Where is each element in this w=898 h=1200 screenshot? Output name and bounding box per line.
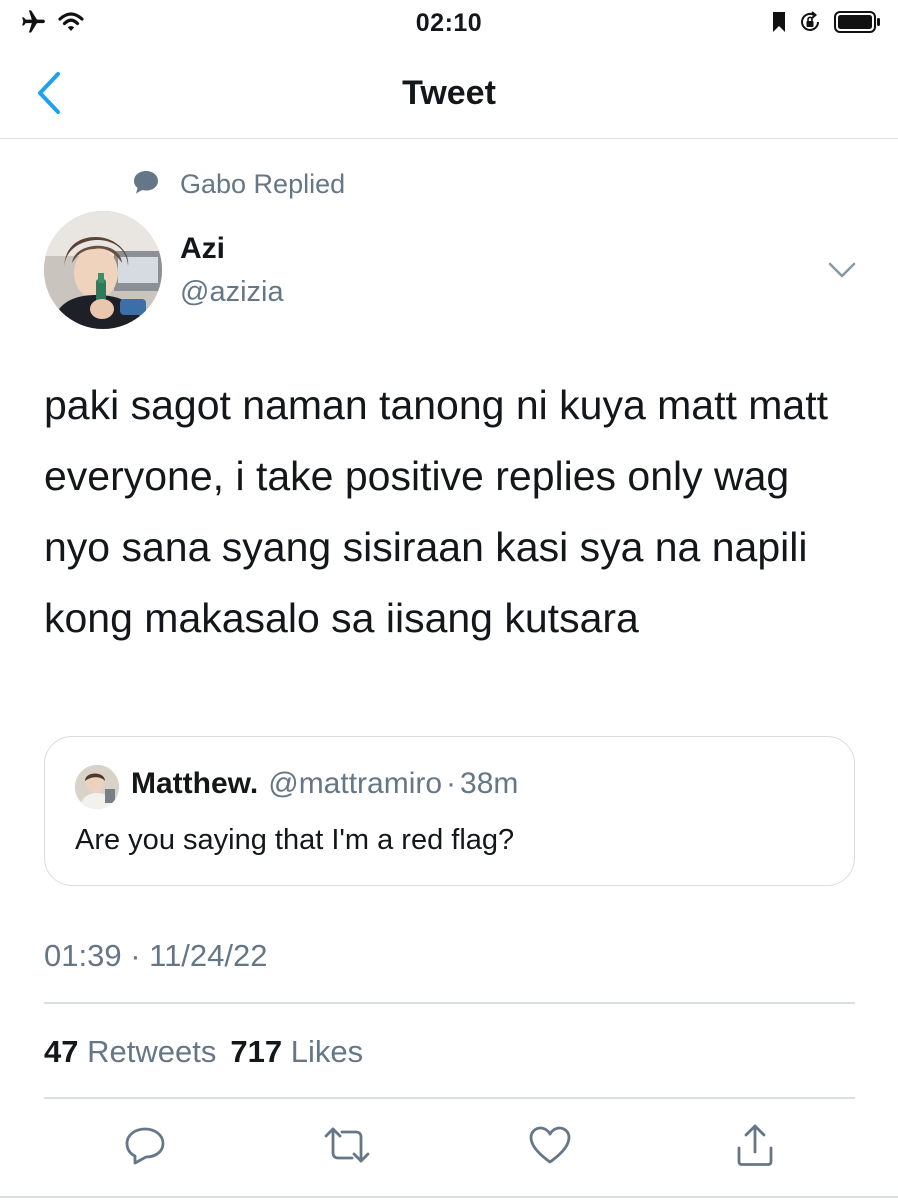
like-icon <box>528 1123 572 1172</box>
retweet-icon <box>322 1123 372 1172</box>
engagement-stats: 47 Retweets 717 Likes <box>44 1034 377 1070</box>
quoted-author-avatar <box>75 765 119 809</box>
status-time: 02:10 <box>415 9 483 37</box>
bookmark-status-icon <box>772 11 786 38</box>
quoted-header: Matthew. @mattramiro · 38m <box>131 767 518 801</box>
status-bar: 02:10 <box>0 0 898 48</box>
divider <box>44 1097 855 1099</box>
retweet-button[interactable] <box>322 1124 372 1170</box>
reply-icon <box>123 1123 167 1172</box>
divider <box>44 1002 855 1004</box>
bottom-divider <box>0 1196 898 1198</box>
social-context[interactable]: Gabo Replied <box>132 168 345 201</box>
likes-count: 717 <box>230 1034 283 1069</box>
author-avatar[interactable] <box>44 211 162 329</box>
retweets-label: Retweets <box>87 1034 217 1069</box>
reply-button[interactable] <box>120 1124 170 1170</box>
speech-bubble-icon <box>132 168 160 201</box>
likes-stat[interactable]: 717 Likes <box>230 1034 377 1069</box>
action-bar <box>0 1124 898 1174</box>
tweet-options-button[interactable] <box>826 258 858 282</box>
like-button[interactable] <box>525 1124 575 1170</box>
author-name[interactable]: Azi <box>180 232 225 266</box>
nav-bar: Tweet <box>0 48 898 139</box>
quoted-author-name: Matthew. <box>131 767 259 800</box>
battery-icon <box>834 10 882 39</box>
likes-label: Likes <box>290 1034 364 1069</box>
quoted-separator: · <box>446 767 457 800</box>
author-handle[interactable]: @azizia <box>180 276 284 309</box>
social-context-text: Gabo Replied <box>180 169 346 199</box>
share-button[interactable] <box>730 1124 780 1170</box>
page-title: Tweet <box>402 74 496 112</box>
retweets-count: 47 <box>44 1034 79 1069</box>
share-icon <box>733 1122 777 1173</box>
quoted-age: 38m <box>460 767 519 800</box>
orientation-lock-icon <box>798 10 822 39</box>
chevron-down-icon <box>826 262 858 286</box>
quoted-author-handle: @mattramiro <box>268 767 443 800</box>
quoted-text: Are you saying that I'm a red flag? <box>75 824 515 856</box>
tweet-timestamp: 01:39 · 11/24/22 <box>44 938 268 973</box>
quoted-tweet[interactable]: Matthew. @mattramiro · 38m Are you saying t… <box>44 736 855 886</box>
retweets-stat[interactable]: 47 Retweets <box>44 1034 230 1069</box>
tweet-text: paki sagot naman tanong ni kuya matt mat… <box>44 382 829 641</box>
